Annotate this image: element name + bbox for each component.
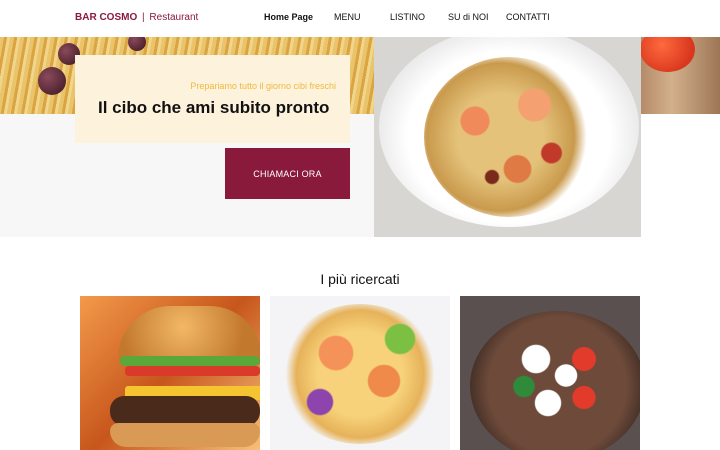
nav-listino[interactable]: LISTINO [390, 12, 425, 22]
burger-bun-bottom [110, 423, 260, 447]
hero-side-image [640, 37, 720, 114]
brand-name: BAR COSMO [75, 12, 138, 23]
nav-contacts[interactable]: CONTATTI [506, 12, 550, 22]
burger-lettuce [120, 356, 260, 366]
nav-home[interactable]: Home Page [264, 12, 313, 22]
brand-subtitle: Restaurant [149, 12, 199, 23]
hero-title: Il cibo che ami subito pronto [98, 98, 330, 117]
nav-menu[interactable]: MENU [334, 12, 361, 22]
product-card-shrimp-salad[interactable] [270, 296, 450, 450]
product-card-burger[interactable] [80, 296, 260, 450]
call-now-button[interactable]: CHIAMACI ORA [225, 148, 350, 199]
olive-image [38, 67, 66, 95]
hero-tagline: Prepariamo tutto il giorno cibi freschi [190, 81, 336, 91]
seafood-pasta-shape [424, 57, 594, 217]
product-card-caprese[interactable] [460, 296, 640, 450]
shrimp-salad-shape [280, 304, 440, 444]
hero-text-box: Prepariamo tutto il giorno cibi freschi … [75, 55, 350, 143]
olive-image [128, 37, 146, 51]
caprese-shape [500, 326, 620, 436]
burger-tomato [125, 366, 260, 376]
brand-logo[interactable]: BAR COSMO | Restaurant [75, 12, 198, 23]
tomato-image [640, 37, 695, 72]
hero-dish-image [374, 37, 641, 237]
nav-about[interactable]: SU di NOI [448, 12, 489, 22]
site-header: BAR COSMO | Restaurant Home Page MENU LI… [0, 0, 720, 37]
brand-separator: | [142, 12, 145, 23]
burger-patty [110, 396, 260, 426]
section-title: I più ricercati [320, 271, 400, 287]
